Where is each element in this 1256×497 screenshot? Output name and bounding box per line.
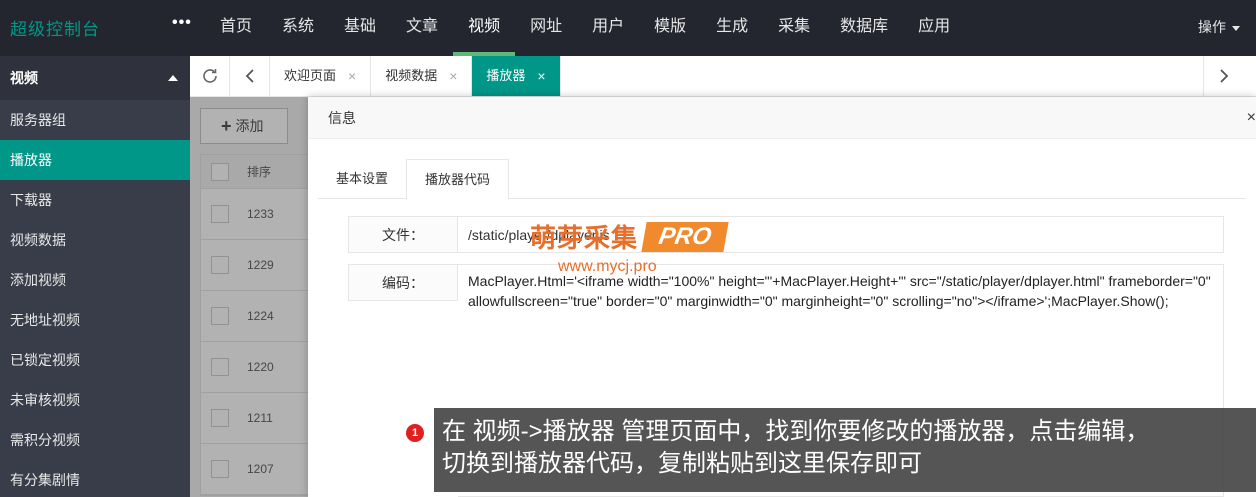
operations-menu[interactable]: 操作 (1198, 17, 1240, 37)
sidebar-item-player[interactable]: 播放器 (0, 140, 190, 180)
refresh-icon[interactable] (190, 56, 230, 96)
sidebar-item-unreviewed-video[interactable]: 未审核视频 (0, 380, 190, 420)
close-icon[interactable]: × (1247, 109, 1256, 127)
watermark-brand: 萌芽采集 (530, 223, 639, 253)
top-nav: 首页 系统 基础 文章 视频 网址 用户 模版 生成 采集 数据库 应用 (205, 0, 965, 56)
chevron-right-icon[interactable] (1203, 56, 1243, 96)
page-tabs-bar: 欢迎页面 × 视频数据 × 播放器 × (190, 56, 1256, 97)
instruction-callout: 在 视频->播放器 管理页面中，找到你要修改的播放器，点击编辑， 切换到播放器代… (434, 408, 1256, 492)
sidebar: 视频 服务器组 播放器 下载器 视频数据 添加视频 无地址视频 已锁定视频 未审… (0, 56, 190, 497)
chevron-down-icon (1232, 25, 1240, 31)
tab-label: 播放器 (486, 68, 526, 83)
nav-basic[interactable]: 基础 (329, 0, 391, 56)
sidebar-item-add-video[interactable]: 添加视频 (0, 260, 190, 300)
chevron-up-icon (168, 75, 178, 81)
step-number-badge: 1 (406, 424, 424, 442)
nav-system[interactable]: 系统 (267, 0, 329, 56)
watermark-url: www.mycj.pro (558, 258, 657, 275)
nav-website[interactable]: 网址 (515, 0, 577, 56)
instruction-line-2: 切换到播放器代码，复制粘贴到这里保存即可 (442, 450, 922, 477)
sidebar-item-episode-plot[interactable]: 有分集剧情 (0, 460, 190, 497)
watermark-pro-badge: PRO (641, 222, 729, 252)
tab-player[interactable]: 播放器 × (472, 56, 561, 96)
tab-label: 欢迎页面 (284, 68, 337, 83)
tab-player-code[interactable]: 播放器代码 (406, 159, 510, 200)
sidebar-item-video-data[interactable]: 视频数据 (0, 220, 190, 260)
nav-user[interactable]: 用户 (577, 0, 639, 56)
sidebar-section-label: 视频 (10, 70, 38, 86)
code-label: 编码： (348, 264, 458, 301)
nav-collect[interactable]: 采集 (763, 0, 825, 56)
file-label: 文件： (348, 216, 458, 253)
app-logo[interactable]: 超级控制台 (10, 15, 100, 40)
sidebar-section-video[interactable]: 视频 (0, 56, 190, 100)
instruction-line-1: 在 视频->播放器 管理页面中，找到你要修改的播放器，点击编辑， (442, 418, 1150, 445)
close-icon[interactable]: × (537, 56, 545, 96)
page-tabs: 欢迎页面 × 视频数据 × 播放器 × (270, 56, 561, 96)
sidebar-item-downloader[interactable]: 下载器 (0, 180, 190, 220)
file-row: 文件： /static/player/dplayer.js (348, 216, 1224, 253)
close-icon[interactable]: × (348, 56, 356, 96)
dialog-tabs: 基本设置 播放器代码 (318, 159, 1246, 200)
sidebar-item-no-url-video[interactable]: 无地址视频 (0, 300, 190, 340)
tab-label: 视频数据 (385, 68, 438, 83)
top-navbar: 超级控制台 ••• 首页 系统 基础 文章 视频 网址 用户 模版 生成 采集 … (0, 0, 1256, 56)
tab-video-data[interactable]: 视频数据 × (371, 56, 473, 96)
brand-watermark: 萌芽采集 PRO www.mycj.pro (530, 218, 730, 280)
dialog-title: 信息 (308, 97, 1256, 139)
nav-template[interactable]: 模版 (639, 0, 701, 56)
tab-welcome[interactable]: 欢迎页面 × (270, 56, 372, 96)
tab-basic-settings[interactable]: 基本设置 (318, 159, 406, 199)
sidebar-item-locked-video[interactable]: 已锁定视频 (0, 340, 190, 380)
operations-label: 操作 (1198, 19, 1226, 35)
nav-video[interactable]: 视频 (453, 0, 516, 56)
chevron-left-icon[interactable] (230, 56, 270, 96)
sidebar-item-points-video[interactable]: 需积分视频 (0, 420, 190, 460)
sidebar-item-server-group[interactable]: 服务器组 (0, 100, 190, 140)
nav-apps[interactable]: 应用 (903, 0, 965, 56)
close-icon[interactable]: × (449, 56, 457, 96)
more-menu-icon[interactable]: ••• (172, 14, 192, 32)
nav-generate[interactable]: 生成 (701, 0, 763, 56)
nav-database[interactable]: 数据库 (825, 0, 903, 56)
nav-home[interactable]: 首页 (205, 0, 267, 56)
nav-article[interactable]: 文章 (391, 0, 453, 56)
